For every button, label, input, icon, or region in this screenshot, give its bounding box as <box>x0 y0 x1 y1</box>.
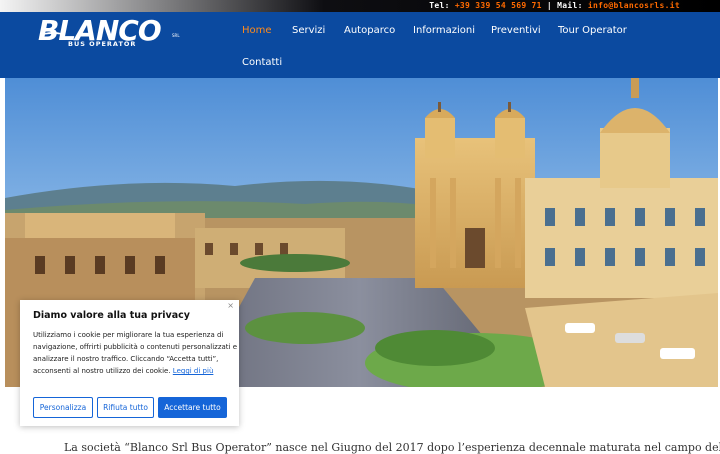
brand-logo[interactable]: BLANCO SRL BUS OPERATOR <box>38 14 188 54</box>
cookie-title: Diamo valore alla tua privacy <box>33 310 190 321</box>
phone-link[interactable]: +39 339 54 569 71 <box>455 1 542 10</box>
nav-item-autoparco[interactable]: Autoparco <box>344 25 395 36</box>
tel-label: Tel: <box>429 1 450 10</box>
mail-label: Mail: <box>557 1 583 10</box>
reject-all-button[interactable]: Rifiuta tutto <box>97 397 154 418</box>
intro-paragraph: La società “Blanco Srl Bus Operator” nas… <box>64 441 720 454</box>
nav-item-contatti[interactable]: Contatti <box>242 57 282 68</box>
nav-item-tour-operator[interactable]: Tour Operator <box>558 25 627 36</box>
logo-subtitle: BUS OPERATOR <box>68 40 137 48</box>
logo-srl: SRL <box>172 33 180 38</box>
cookie-consent-banner: × Diamo valore alla tua privacy Utilizzi… <box>20 300 239 426</box>
nav-item-servizi[interactable]: Servizi <box>292 25 325 36</box>
contact-separator: | <box>546 1 553 10</box>
logo-swoosh-icon <box>42 32 64 39</box>
cookie-policy-link[interactable]: Leggi di più <box>173 367 214 375</box>
customize-button[interactable]: Personalizza <box>33 397 93 418</box>
accept-all-button[interactable]: Accettare tutto <box>158 397 227 418</box>
nav-item-informazioni[interactable]: Informazioni <box>413 25 475 36</box>
nav-item-home[interactable]: Home <box>242 25 272 36</box>
contact-info: Tel: +39 339 54 569 71 | Mail: info@blan… <box>429 1 680 10</box>
nav-item-preventivi[interactable]: Preventivi <box>491 25 541 36</box>
email-link[interactable]: info@blancosrls.it <box>588 1 680 10</box>
cookie-description: Utilizziamo i cookie per migliorare la t… <box>33 329 238 377</box>
top-contact-bar: Tel: +39 339 54 569 71 | Mail: info@blan… <box>0 0 720 12</box>
close-icon[interactable]: × <box>227 301 234 310</box>
site-header: BLANCO SRL BUS OPERATOR <box>0 12 720 78</box>
